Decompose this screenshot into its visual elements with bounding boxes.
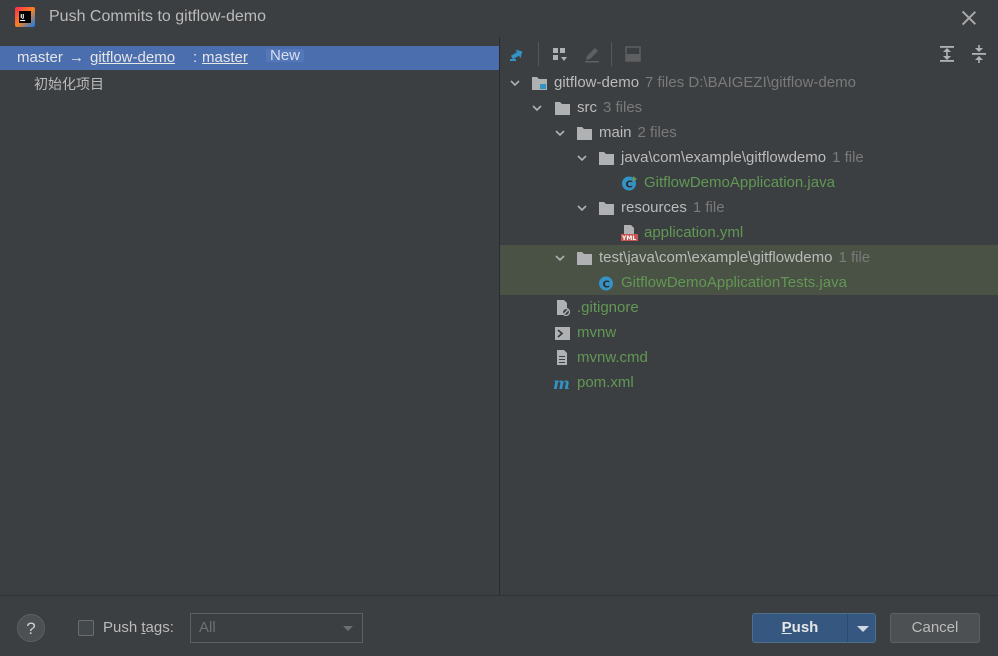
- commits-panel: master → gitflow-demo : master New 初始化项目: [0, 37, 499, 595]
- tree-label: mvnw.cmd: [577, 349, 648, 366]
- tree-meta: 2 files: [637, 124, 677, 141]
- push-button[interactable]: Push: [753, 614, 847, 642]
- tree-file-app-java[interactable]: C GitflowDemoApplication.java: [500, 170, 998, 195]
- tree-node-src[interactable]: src 3 files: [500, 95, 998, 120]
- folder-icon: [577, 252, 592, 265]
- tree-file-mvnw-cmd[interactable]: mvnw.cmd: [500, 345, 998, 370]
- chevron-down-icon[interactable]: [577, 153, 587, 163]
- tree-file-app-yml[interactable]: YML application.yml: [500, 220, 998, 245]
- folder-icon: [599, 152, 614, 165]
- tree-label: gitflow-demo: [554, 74, 640, 91]
- tree-label: test\java\com\example\gitflowdemo: [599, 249, 833, 266]
- toolbar-separator: [611, 42, 612, 66]
- tree-label: mvnw: [577, 324, 617, 341]
- tree-meta: 3 files: [603, 99, 643, 116]
- folder-icon: [599, 202, 614, 215]
- svg-text:m: m: [553, 375, 570, 391]
- push-tags-label: Push tags:: [103, 619, 174, 636]
- tree-label: src: [577, 99, 597, 116]
- push-tags-checkbox[interactable]: [78, 620, 94, 636]
- view-options-icon[interactable]: [622, 43, 644, 65]
- tree-label: main: [599, 124, 632, 141]
- tree-file-pom[interactable]: m pom.xml: [500, 370, 998, 395]
- tree-file-mvnw[interactable]: mvnw: [500, 320, 998, 345]
- tree-file-test-java[interactable]: C GitflowDemoApplicationTests.java: [500, 270, 998, 295]
- show-diff-icon[interactable]: [507, 43, 529, 65]
- branch-separator: :: [193, 49, 198, 66]
- tree-node-java[interactable]: java\com\example\gitflowdemo 1 file: [500, 145, 998, 170]
- chevron-down-icon[interactable]: [555, 253, 565, 263]
- changes-panel: gitflow-demo 7 files D:\BAIGEZI\gitflow-d…: [500, 37, 998, 595]
- tree-meta: 7 files D:\BAIGEZI\gitflow-demo: [645, 74, 856, 91]
- footer-separator: [0, 595, 998, 596]
- folder-icon: [577, 127, 592, 140]
- tree-meta: 1 file: [838, 249, 871, 266]
- tree-label: resources: [621, 199, 687, 216]
- yaml-file-icon: YML: [621, 225, 638, 241]
- tree-file-gitignore[interactable]: .gitignore: [500, 295, 998, 320]
- java-class-icon: C: [599, 276, 613, 291]
- remote-link[interactable]: gitflow-demo: [90, 49, 175, 66]
- chevron-down-icon: [343, 626, 353, 631]
- shell-script-icon: [555, 327, 570, 340]
- chevron-down-icon[interactable]: [577, 203, 587, 213]
- edit-source-icon[interactable]: [581, 43, 603, 65]
- tree-label: java\com\example\gitflowdemo: [621, 149, 827, 166]
- chevron-down-icon[interactable]: [555, 128, 565, 138]
- commit-item[interactable]: 初始化项目: [34, 74, 104, 94]
- chevron-down-icon[interactable]: [510, 78, 520, 88]
- push-options-dropdown[interactable]: [848, 614, 876, 642]
- help-button[interactable]: ?: [17, 614, 45, 642]
- tree-label: .gitignore: [577, 299, 639, 316]
- collapse-all-icon[interactable]: [968, 43, 990, 65]
- toolbar-separator: [538, 42, 539, 66]
- maven-icon: m: [553, 375, 570, 391]
- chevron-down-icon[interactable]: [532, 103, 542, 113]
- intellij-app-icon: IJ: [15, 7, 35, 27]
- tree-node-test[interactable]: test\java\com\example\gitflowdemo 1 file: [500, 245, 998, 270]
- new-branch-badge: New: [266, 48, 305, 63]
- cancel-button[interactable]: Cancel: [890, 613, 980, 643]
- tree-node-root[interactable]: gitflow-demo 7 files D:\BAIGEZI\gitflow-d…: [500, 70, 998, 95]
- changes-toolbar: [500, 37, 998, 71]
- ignore-file-icon: [557, 300, 571, 316]
- title-bar: IJ Push Commits to gitflow-demo: [0, 0, 998, 36]
- tree-meta: 1 file: [832, 149, 864, 166]
- svg-text:C: C: [603, 280, 610, 291]
- module-folder-icon: [532, 77, 547, 90]
- tree-label: pom.xml: [577, 374, 634, 391]
- tree-label: GitflowDemoApplication.java: [644, 174, 835, 191]
- expand-all-icon[interactable]: [936, 43, 958, 65]
- tags-select[interactable]: All: [190, 613, 363, 643]
- tree-node-main[interactable]: main 2 files: [500, 120, 998, 145]
- local-branch: master: [17, 49, 63, 66]
- window-title: Push Commits to gitflow-demo: [49, 8, 266, 25]
- push-button-group: Push: [752, 613, 876, 643]
- svg-text:C: C: [626, 180, 633, 191]
- svg-text:YML: YML: [621, 235, 636, 241]
- svg-text:IJ: IJ: [20, 14, 24, 20]
- folder-icon: [555, 102, 570, 115]
- tree-node-resources[interactable]: resources 1 file: [500, 195, 998, 220]
- text-file-icon: [557, 350, 567, 365]
- remote-branch-link[interactable]: master: [202, 49, 248, 66]
- tags-select-value: All: [199, 619, 216, 636]
- java-class-icon: C: [622, 176, 637, 191]
- tree-meta: 1 file: [692, 199, 725, 216]
- tree-label: GitflowDemoApplicationTests.java: [621, 274, 847, 291]
- close-icon[interactable]: [958, 7, 980, 29]
- branch-push-row[interactable]: master → gitflow-demo : master New: [0, 46, 499, 70]
- push-arrow: →: [69, 49, 84, 66]
- tree-label: application.yml: [644, 224, 744, 241]
- group-by-icon[interactable]: [549, 43, 571, 65]
